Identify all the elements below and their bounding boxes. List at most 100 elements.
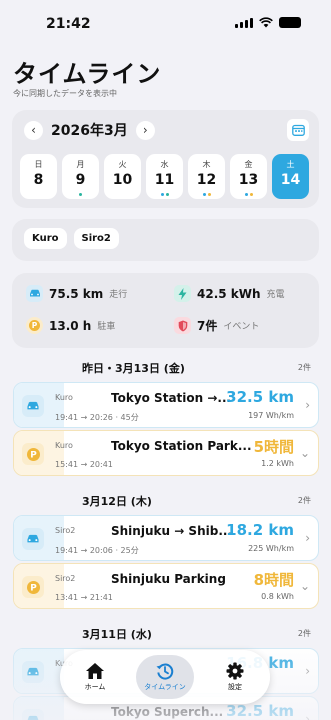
activity-dot [160,193,164,196]
day-cell[interactable]: 木 12 [188,154,225,199]
daily-summary-card: 75.5 km 走行 42.5 kWh 充電 P 13.0 h 駐車 7件 イベ… [12,273,319,348]
drive-entry[interactable]: Kuro 19:41 → 20:26 · 45分 Tokyo Station →..… [13,382,319,428]
vehicle-chip-siro2[interactable]: Siro2 [73,228,119,249]
summary-distance-unit: 走行 [109,290,128,300]
entry-title: Shinjuku Parking [111,572,226,586]
entry-energy: 1.2 kWh [261,459,294,468]
chevron-right-icon: › [305,398,310,412]
svg-text:P: P [32,321,38,330]
entry-energy: 0.8 kWh [261,592,294,601]
day-number: 14 [280,172,301,188]
summary-events-value: 7件 [197,319,218,333]
summary-parking-unit: 駐車 [97,322,116,332]
clock-history-icon [156,663,174,680]
chevron-down-icon: ⌄ [299,579,310,593]
summary-parking: P 13.0 h 駐車 [26,317,115,334]
day-cell[interactable]: 火 10 [104,154,141,199]
tab-timeline-label: タイムライン [144,683,186,691]
entry-time: 19:41 → 20:06 · 25分 [55,546,139,555]
day-number: 12 [196,172,217,188]
activity-dot [249,193,253,196]
day-cell[interactable]: 土 14 [272,154,309,199]
svg-text:P: P [30,450,37,460]
tab-bar: ホーム タイムライン 設定 [60,650,270,704]
parking-icon: P [26,317,43,334]
signal-icon [235,17,253,28]
entry-duration: 5時間 [253,438,294,456]
tab-settings[interactable]: 設定 [206,655,264,699]
summary-events-unit: イベント [223,322,260,332]
month-label: 2026年3月 [51,123,128,139]
tab-timeline[interactable]: タイムライン [136,655,194,699]
entry-vehicle: Siro2 [55,526,76,535]
sync-status: 今に同期したデータを表示中 [13,89,117,98]
prev-month-button[interactable]: ‹ [24,120,43,140]
entry-time: 19:41 → 20:26 · 45分 [55,413,139,422]
gear-icon [226,662,244,680]
entry-vehicle: Kuro [55,393,73,402]
day-number: 9 [75,172,86,188]
week-strip: 日 8 月 9 火 10 水 11 木 12 金 13 土 14 [20,154,309,199]
car-icon [22,395,44,417]
day-of-week: 金 [244,160,253,169]
day-of-week: 月 [76,160,85,169]
entry-duration: 8時間 [253,571,294,589]
day-cell[interactable]: 日8 [20,154,57,199]
entry-title: Shinjuku → Shib... [111,524,232,538]
entry-time: 15:41 → 20:41 [55,460,113,469]
summary-parking-value: 13.0 h [49,318,92,333]
summary-charge-value: 42.5 kWh [197,286,261,301]
tab-home[interactable]: ホーム [66,655,124,699]
summary-charge-unit: 充電 [266,290,285,300]
entry-time: 13:41 → 21:41 [55,593,113,602]
day-of-week: 日 [34,160,43,169]
chevron-down-icon: ⌄ [299,446,310,460]
parking-entry[interactable]: P Siro2 13:41 → 21:41 Shinjuku Parking 8時間 0.… [13,563,319,609]
drive-entry[interactable]: Siro2 19:41 → 20:06 · 25分 Shinjuku → Shib.… [13,515,319,561]
month-nav: ‹ 2026年3月 › [24,120,155,140]
entry-title: Tokyo Station →... [111,391,232,405]
day-number: 8 [33,172,44,188]
day-number: 10 [112,172,133,188]
entry-efficiency: 197 Wh/km [248,411,294,420]
car-icon [26,285,43,302]
day-of-week: 土 [286,160,295,169]
next-month-button[interactable]: › [135,120,155,140]
day-cell[interactable]: 金 13 [230,154,267,199]
battery-icon [279,17,301,28]
vehicle-chip-kuro[interactable]: Kuro [24,228,67,249]
bolt-icon [174,285,191,302]
summary-events: 7件 イベント [174,317,259,334]
tab-home-label: ホーム [84,683,106,691]
section-date: 昨日・3月13日 (金) [82,362,185,375]
activity-dots [230,193,267,196]
parking-icon: P [22,576,44,598]
parking-icon: P [22,443,44,465]
summary-distance: 75.5 km 走行 [26,285,127,302]
calendar-picker-button[interactable] [287,119,309,141]
day-of-week: 火 [118,160,127,169]
status-time: 21:42 [46,16,91,32]
day-number: 13 [238,172,259,188]
activity-dot [202,193,206,196]
entry-vehicle: Kuro [55,441,73,450]
activity-dots [146,193,183,196]
section-count: 2件 [297,496,311,505]
chevron-right-icon: › [305,531,310,545]
section-count: 2件 [297,629,311,638]
day-cell[interactable]: 水 11 [146,154,183,199]
day-of-week: 水 [160,160,169,169]
day-cell[interactable]: 月9 [62,154,99,199]
day-of-week: 木 [202,160,211,169]
activity-dot [244,193,248,196]
activity-dot [207,193,211,196]
parking-entry[interactable]: P Kuro 15:41 → 20:41 Tokyo Station Park... 5… [13,430,319,476]
page-title: タイムライン [13,60,162,88]
day-number: 11 [154,172,175,188]
section-count: 2件 [297,363,311,372]
activity-dot [79,193,82,196]
status-icons [235,17,301,28]
summary-charge: 42.5 kWh 充電 [174,285,285,302]
home-icon [86,663,104,679]
entry-efficiency: 225 Wh/km [248,544,294,553]
